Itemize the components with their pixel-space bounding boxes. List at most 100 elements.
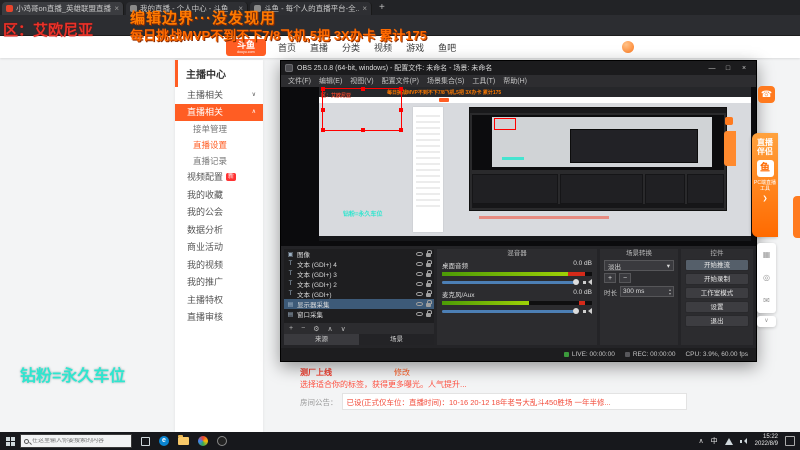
side-toolbar-more-button[interactable]: ∨ bbox=[757, 316, 776, 327]
sidebar-group-anchor[interactable]: 主播相关 ∨ bbox=[175, 87, 263, 104]
remove-source-icon[interactable]: − bbox=[301, 325, 305, 332]
tab-scenes[interactable]: 场景 bbox=[359, 334, 434, 345]
lock-icon[interactable] bbox=[426, 250, 432, 257]
volume-slider[interactable] bbox=[442, 307, 579, 314]
lock-icon[interactable] bbox=[426, 260, 432, 267]
source-row[interactable]: T 文本 (GDI+) 4 bbox=[284, 259, 434, 269]
customer-service-button[interactable]: ☎ bbox=[758, 86, 775, 103]
source-row[interactable]: ▤ 窗口采集 bbox=[284, 309, 434, 319]
sidebar-item-business[interactable]: 商业活动 bbox=[175, 239, 263, 257]
file-explorer-icon[interactable] bbox=[178, 435, 189, 445]
selection-handle[interactable] bbox=[399, 87, 403, 91]
notice-input[interactable]: 已设(正式仅车位：直播时间)：10-16 20-12 18年老号大乱斗450胜场… bbox=[341, 393, 687, 410]
eye-icon[interactable] bbox=[416, 282, 423, 286]
sidebar-group-live[interactable]: 直播相关 ∧ bbox=[175, 104, 263, 121]
qr-icon[interactable]: ▦ bbox=[763, 250, 771, 259]
settings-button[interactable]: 设置 bbox=[685, 301, 749, 313]
message-icon[interactable]: ✉ bbox=[763, 297, 770, 305]
lock-icon[interactable] bbox=[426, 280, 432, 287]
volume-icon[interactable] bbox=[739, 438, 748, 445]
obs-app-taskbar-icon[interactable] bbox=[217, 436, 227, 446]
taskbar-search[interactable] bbox=[20, 434, 132, 448]
move-down-icon[interactable]: ∨ bbox=[341, 325, 346, 333]
source-row[interactable]: T 文本 (GDI+) bbox=[284, 289, 434, 299]
sidebar-item-guild[interactable]: 我的公会 bbox=[175, 204, 263, 222]
obs-preview-canvas[interactable]: 每日挑战MVP不到不下7/8飞机,5把 3X办卡 累计175 区：艾欧尼亚 钻粉… bbox=[281, 87, 756, 246]
edit-link[interactable]: 修改 bbox=[394, 367, 410, 378]
new-tab-button[interactable]: + bbox=[379, 2, 385, 13]
start-recording-button[interactable]: 开始录制 bbox=[685, 273, 749, 285]
eye-icon[interactable] bbox=[416, 262, 423, 266]
menu-edit[interactable]: 编辑(E) bbox=[315, 76, 346, 86]
maximize-icon[interactable]: □ bbox=[720, 65, 736, 72]
edge-browser-icon[interactable]: e bbox=[159, 436, 169, 446]
eye-icon[interactable] bbox=[416, 292, 423, 296]
eye-icon[interactable] bbox=[416, 272, 423, 276]
ime-indicator[interactable]: 中 bbox=[711, 436, 718, 446]
sidebar-item-order-manage[interactable]: 接单管理 bbox=[175, 121, 263, 137]
live-companion-banner[interactable]: 直播伴侣 鱼 PC端直播工具 ❯ bbox=[752, 133, 778, 237]
start-streaming-button[interactable]: 开始推流 bbox=[685, 259, 749, 271]
clock[interactable]: 15:22 2022/8/9 bbox=[755, 434, 778, 449]
close-icon[interactable]: × bbox=[736, 65, 752, 72]
start-button[interactable] bbox=[0, 432, 20, 450]
feedback-edge-tab[interactable] bbox=[793, 196, 800, 238]
user-avatar[interactable] bbox=[622, 41, 634, 53]
exit-button[interactable]: 退出 bbox=[685, 315, 749, 327]
source-row[interactable]: T 文本 (GDI+) 3 bbox=[284, 269, 434, 279]
sidebar-item-promotion[interactable]: 我的推广 bbox=[175, 274, 263, 292]
selection-handle[interactable] bbox=[399, 128, 403, 132]
sidebar-item-favorites[interactable]: 我的收藏 bbox=[175, 187, 263, 205]
sidebar-item-analytics[interactable]: 数据分析 bbox=[175, 222, 263, 240]
menu-tools[interactable]: 工具(T) bbox=[468, 76, 499, 86]
menu-profile[interactable]: 配置文件(P) bbox=[378, 76, 423, 86]
sidebar-item-video-config[interactable]: 视频配置新 bbox=[175, 169, 263, 187]
remove-transition-button[interactable]: − bbox=[619, 273, 631, 283]
nav-yuba[interactable]: 鱼吧 bbox=[438, 41, 456, 54]
tab-close-icon[interactable]: × bbox=[114, 4, 119, 13]
tab-close-icon[interactable]: × bbox=[362, 4, 367, 13]
menu-file[interactable]: 文件(F) bbox=[284, 76, 315, 86]
selection-handle[interactable] bbox=[399, 108, 403, 112]
notification-center-icon[interactable] bbox=[785, 436, 795, 446]
transition-select[interactable]: 淡出 ▾ bbox=[604, 260, 674, 271]
menu-view[interactable]: 视图(V) bbox=[346, 76, 377, 86]
task-view-icon[interactable] bbox=[141, 436, 150, 446]
lock-icon[interactable] bbox=[426, 300, 432, 307]
tray-expand-icon[interactable]: ∧ bbox=[699, 437, 704, 445]
browser-tab-1[interactable]: 小鸡哥on直播_英雄联盟直播... × bbox=[2, 2, 124, 15]
record-icon[interactable]: ◎ bbox=[763, 273, 770, 282]
lock-icon[interactable] bbox=[426, 290, 432, 297]
speaker-icon[interactable] bbox=[583, 307, 592, 315]
source-properties-icon[interactable]: ⚙ bbox=[313, 325, 319, 333]
selection-handle[interactable] bbox=[321, 128, 325, 132]
sidebar-item-live-settings[interactable]: 直播设置 bbox=[175, 137, 263, 153]
selection-handle[interactable] bbox=[361, 128, 365, 132]
spin-down-icon[interactable]: ▾ bbox=[669, 291, 671, 296]
eye-icon[interactable] bbox=[416, 312, 423, 316]
move-up-icon[interactable]: ∧ bbox=[327, 325, 332, 333]
source-selection-box[interactable] bbox=[321, 87, 403, 132]
lock-icon[interactable] bbox=[426, 310, 432, 317]
sidebar-item-review[interactable]: 直播审核 bbox=[175, 309, 263, 327]
search-input[interactable] bbox=[32, 438, 128, 444]
add-transition-button[interactable]: + bbox=[604, 273, 616, 283]
selection-handle[interactable] bbox=[321, 87, 325, 91]
sidebar-item-privileges[interactable]: 主播特权 bbox=[175, 292, 263, 310]
eye-icon[interactable] bbox=[416, 252, 423, 256]
network-icon[interactable] bbox=[724, 437, 733, 445]
source-row[interactable]: ▣ 图像 bbox=[284, 249, 434, 259]
obs-title-bar[interactable]: OBS 25.0.8 (64-bit, windows) - 配置文件: 未命名… bbox=[281, 61, 756, 75]
sidebar-item-live-records[interactable]: 直播记录 bbox=[175, 153, 263, 169]
menu-scene-collection[interactable]: 场景集合(S) bbox=[423, 76, 468, 86]
selection-handle[interactable] bbox=[361, 87, 365, 91]
duration-spinbox[interactable]: 300 ms ▴ ▾ bbox=[620, 286, 674, 297]
source-row-selected[interactable]: ▤ 显示器采集 bbox=[284, 299, 434, 309]
selection-handle[interactable] bbox=[321, 108, 325, 112]
source-row[interactable]: T 文本 (GDI+) 2 bbox=[284, 279, 434, 289]
studio-mode-button[interactable]: 工作室模式 bbox=[685, 287, 749, 299]
tab-sources[interactable]: 来源 bbox=[284, 334, 359, 345]
slider-handle[interactable] bbox=[573, 278, 579, 285]
add-source-icon[interactable]: + bbox=[289, 325, 293, 332]
slider-handle[interactable] bbox=[573, 307, 579, 314]
